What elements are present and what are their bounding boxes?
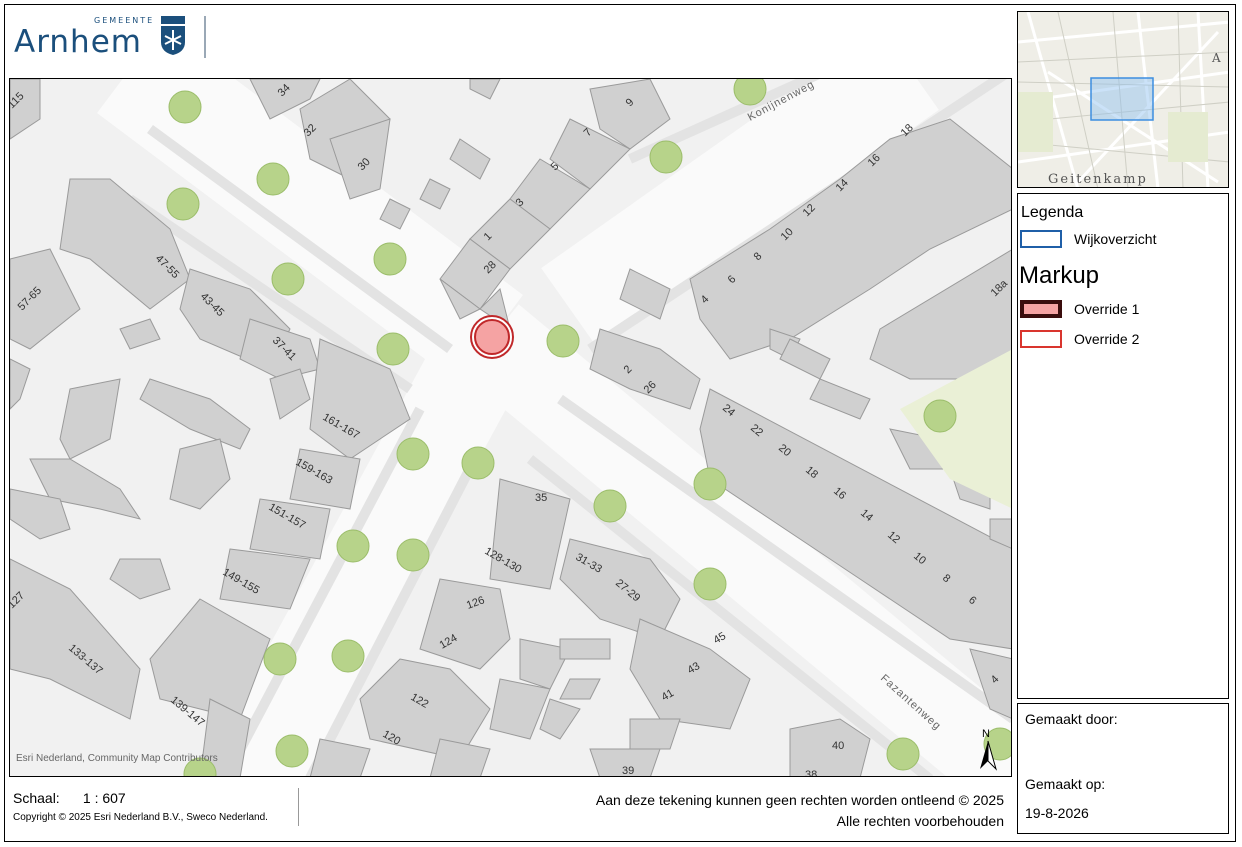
overview-corner-label: A bbox=[1211, 51, 1221, 65]
copyright-text: Copyright © 2025 Esri Nederland B.V., Sw… bbox=[13, 812, 268, 823]
legend-panel: Legenda Wijkoverzicht Markup Override 1 … bbox=[1017, 193, 1229, 699]
legend-item-override-2: Override 2 bbox=[1020, 330, 1139, 348]
legend-item-label: Override 2 bbox=[1074, 331, 1140, 347]
footer-divider bbox=[298, 788, 299, 826]
scale-info: Schaal: 1 : 607 bbox=[13, 790, 126, 806]
house-number: 45 bbox=[712, 630, 729, 647]
map-attribution: Esri Nederland, Community Map Contributo… bbox=[16, 753, 218, 764]
logo-divider bbox=[204, 16, 206, 58]
legend-swatch bbox=[1020, 330, 1062, 348]
legend-swatch bbox=[1020, 300, 1062, 318]
info-panel: Gemaakt door: Gemaakt op: 19-8-2026 bbox=[1017, 703, 1229, 834]
made-on-label: Gemaakt op: bbox=[1025, 776, 1106, 792]
legend-swatch bbox=[1020, 230, 1062, 248]
overview-place-label: Geitenkamp bbox=[1048, 172, 1148, 187]
house-number: 35 bbox=[535, 492, 547, 504]
overview-canvas: Geitenkamp A bbox=[1018, 12, 1228, 187]
made-on-value: 19-8-2026 bbox=[1025, 805, 1089, 821]
legend-item-override-1: Override 1 bbox=[1020, 300, 1139, 318]
logo-name: Arnhem bbox=[14, 24, 142, 60]
disclaimer-line-1: Aan deze tekening kunnen geen rechten wo… bbox=[595, 792, 1004, 808]
legend-item-label: Wijkoverzicht bbox=[1074, 231, 1157, 247]
arnhem-logo: GEMEENTE Arnhem bbox=[14, 12, 214, 62]
made-by-label: Gemaakt door: bbox=[1025, 711, 1118, 727]
overview-extent-box bbox=[1090, 77, 1154, 121]
legend-item-label: Override 1 bbox=[1074, 301, 1140, 317]
house-number: 40 bbox=[832, 740, 844, 752]
disclaimer: Aan deze tekening kunnen geen rechten wo… bbox=[596, 790, 1004, 832]
main-map[interactable]: 115 34 32 30 9 7 5 3 1 28 47-55 57-65 43… bbox=[9, 78, 1012, 777]
disclaimer-line-2: Alle rechten voorbehouden bbox=[836, 813, 1004, 829]
house-number: 38 bbox=[805, 769, 817, 777]
arnhem-crest-icon bbox=[161, 16, 185, 55]
markup-title: Markup bbox=[1019, 262, 1100, 289]
scale-label: Schaal: bbox=[13, 790, 60, 806]
house-number: 39 bbox=[622, 765, 634, 777]
legend-item-wijkoverzicht: Wijkoverzicht bbox=[1020, 230, 1156, 248]
map-canvas: 115 34 32 30 9 7 5 3 1 28 47-55 57-65 43… bbox=[10, 79, 1011, 777]
scale-value: 1 : 607 bbox=[82, 790, 126, 806]
svg-text:N: N bbox=[982, 728, 990, 740]
markup-override-1-marker[interactable] bbox=[470, 315, 514, 359]
overview-map[interactable]: Geitenkamp A bbox=[1017, 11, 1229, 188]
legend-title: Legenda bbox=[1021, 204, 1084, 221]
